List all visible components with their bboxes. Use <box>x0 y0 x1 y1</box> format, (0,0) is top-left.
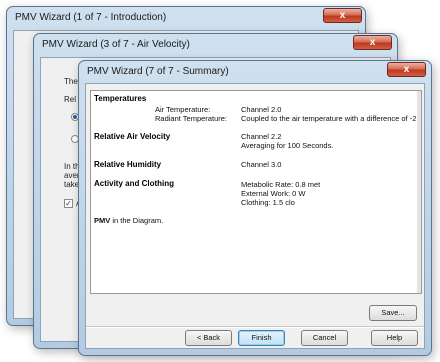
humidity-heading: Relative Humidity <box>94 160 162 169</box>
air-velocity-heading: Relative Air Velocity <box>94 132 171 141</box>
close-button[interactable]: x <box>387 62 426 77</box>
window-title: PMV Wizard (3 of 7 - Air Velocity) <box>42 39 190 50</box>
info-text-line: take <box>64 180 80 189</box>
air-temperature-label: Air Temperature: <box>155 105 211 114</box>
air-velocity-channel: Channel 2.2 <box>241 132 282 141</box>
close-button[interactable]: x <box>323 8 362 23</box>
cancel-button[interactable]: Cancel <box>301 330 348 346</box>
summary-scrollbar[interactable] <box>417 91 421 293</box>
radiant-temperature-value: Coupled to the air temperature with a di… <box>241 114 417 123</box>
pmv-diagram-note: PMV in the Diagram. <box>94 216 163 225</box>
clothing-value: Clothing: 1.5 clo <box>241 198 295 207</box>
temperatures-heading: Temperatures <box>94 94 147 103</box>
button-separator <box>86 326 424 328</box>
activity-heading: Activity and Clothing <box>94 179 174 188</box>
intro-text: The <box>64 77 78 86</box>
group-label: Rel <box>64 95 77 104</box>
external-work-value: External Work: 0 W <box>241 189 306 198</box>
air-temperature-value: Channel 2.0 <box>241 105 282 114</box>
help-button[interactable]: Help <box>371 330 418 346</box>
back-button[interactable]: < Back <box>185 330 232 346</box>
averaging-checkbox[interactable]: ✓ <box>64 199 73 208</box>
wizard-window-summary: PMV Wizard (7 of 7 - Summary) x Temperat… <box>78 60 432 356</box>
close-button[interactable]: x <box>353 35 392 50</box>
window-client-area: Temperatures Air Temperature: Channel 2.… <box>85 83 425 349</box>
window-title: PMV Wizard (7 of 7 - Summary) <box>87 66 229 77</box>
pmv-label: PMV <box>94 216 111 225</box>
finish-button[interactable]: Finish <box>238 330 285 346</box>
metabolic-rate-value: Metabolic Rate: 0.8 met <box>241 180 321 189</box>
summary-text-box[interactable]: Temperatures Air Temperature: Channel 2.… <box>90 90 422 294</box>
radiant-temperature-label: Radiant Temperature: <box>155 114 227 123</box>
humidity-channel: Channel 3.0 <box>241 160 282 169</box>
window-title: PMV Wizard (1 of 7 - Introduction) <box>15 12 167 23</box>
save-button[interactable]: Save... <box>369 305 417 321</box>
air-velocity-averaging: Averaging for 100 Seconds. <box>241 141 334 150</box>
pmv-note-text: in the Diagram. <box>110 216 164 225</box>
